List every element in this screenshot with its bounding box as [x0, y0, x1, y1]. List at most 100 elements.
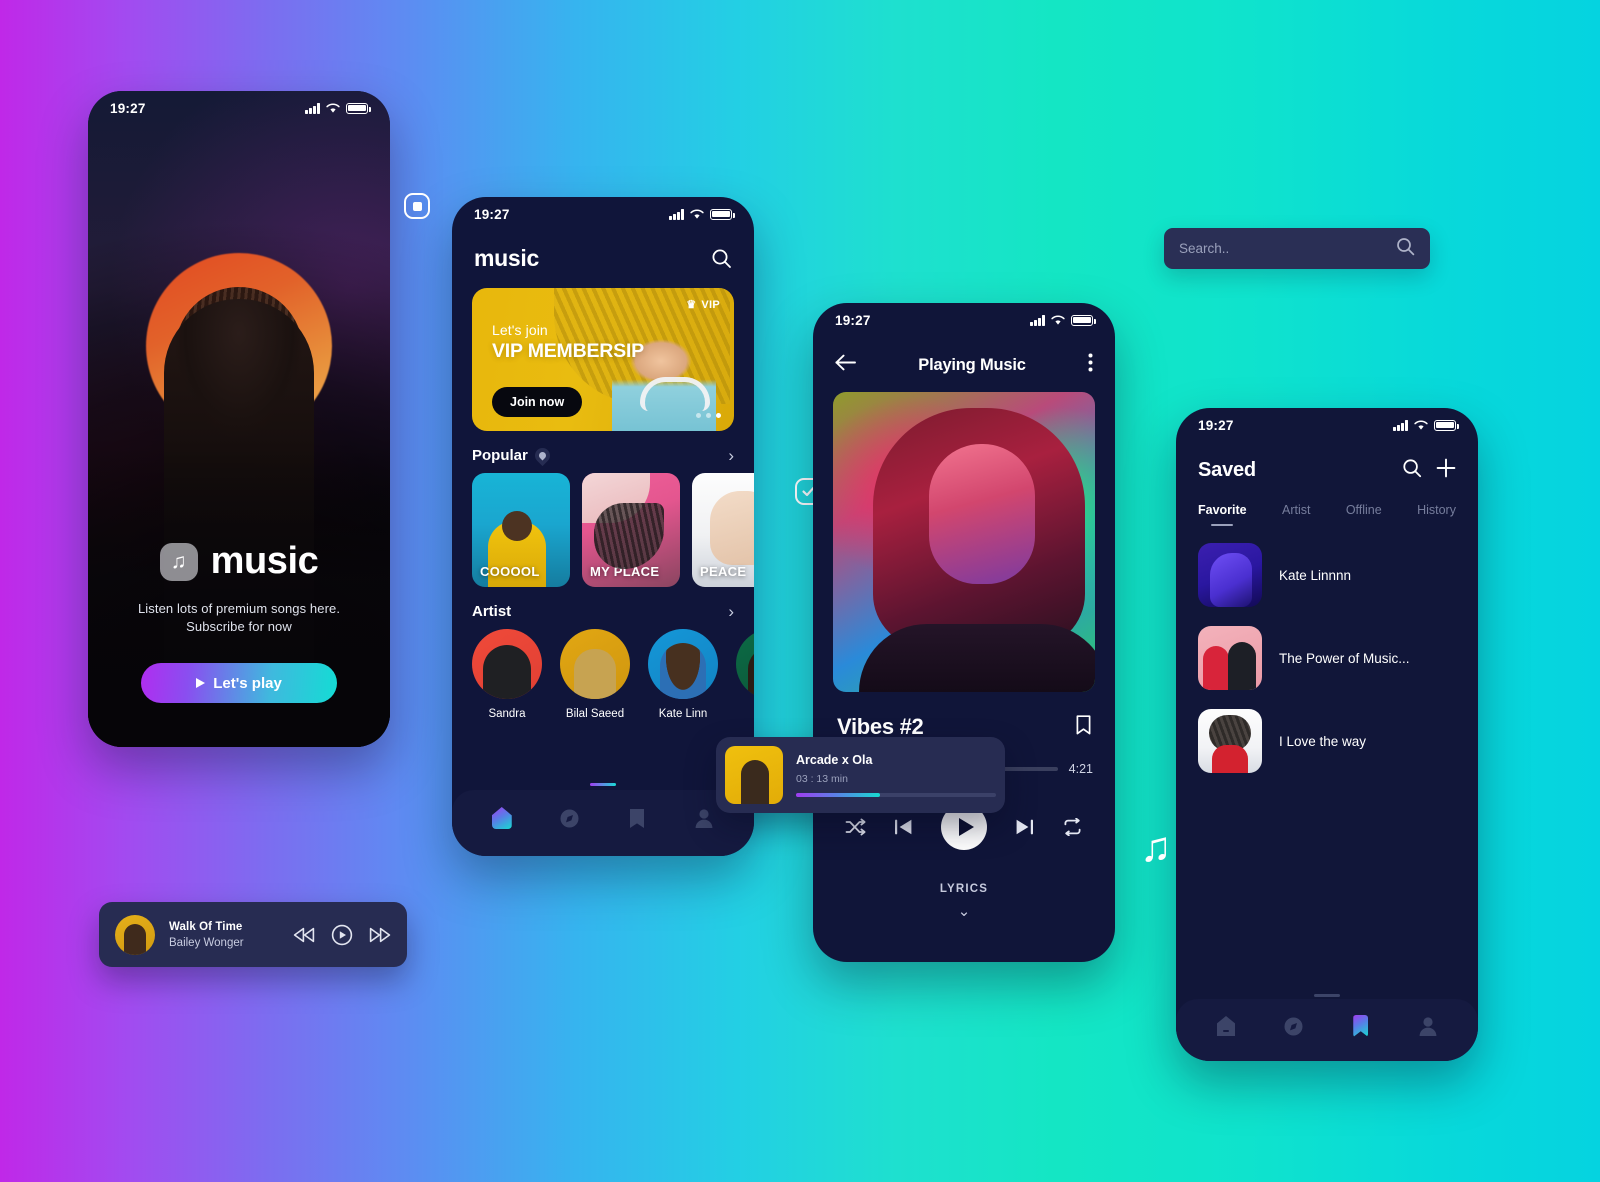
tab-offline[interactable]: Offline: [1346, 503, 1382, 517]
artist-name: Bilal Saeed: [565, 708, 625, 720]
nav-profile-icon[interactable]: [693, 807, 715, 829]
chevron-down-icon[interactable]: ⌄: [813, 902, 1115, 920]
play-circle-icon[interactable]: [331, 924, 353, 946]
list-item[interactable]: The Power of Music...: [1198, 626, 1456, 690]
lets-play-button[interactable]: Let's play: [141, 663, 337, 703]
popular-card-label: PEACE: [700, 564, 747, 579]
list-item[interactable]: Kate Linnnn: [1198, 543, 1456, 607]
page-title: Saved: [1198, 459, 1256, 481]
rewind-icon[interactable]: [293, 927, 315, 943]
music-note-icon: ♫: [159, 542, 198, 581]
list-item[interactable]: I Love the way: [1198, 709, 1456, 773]
nav-compass-icon[interactable]: [558, 807, 580, 829]
popular-card[interactable]: MY PLACE: [582, 473, 680, 587]
song-row: Vibes #2: [813, 692, 1115, 740]
artist-title: Artist: [472, 603, 512, 620]
nav-home-icon[interactable]: [491, 807, 513, 829]
battery-icon: [1071, 314, 1096, 326]
list-item-thumbnail: [1198, 626, 1262, 690]
popular-section-header: Popular ›: [452, 431, 754, 473]
search-icon[interactable]: [1396, 237, 1415, 261]
artist-row[interactable]: Sandra Bilal Saeed Kate Linn: [452, 629, 754, 720]
mini-player[interactable]: Walk Of Time Bailey Wonger: [99, 902, 407, 967]
bottom-nav: [452, 790, 754, 856]
carousel-dots[interactable]: [696, 413, 721, 418]
chevron-right-icon[interactable]: ›: [728, 447, 734, 464]
status-bar: 19:27: [813, 303, 1115, 337]
wifi-icon: [1414, 420, 1428, 431]
status-time: 19:27: [474, 206, 510, 222]
chevron-right-icon[interactable]: ›: [728, 603, 734, 620]
artist-name: Kate Linn: [658, 708, 708, 720]
plus-icon[interactable]: [1436, 458, 1456, 483]
banner-text: Let's join VIP MEMBERSIP: [492, 322, 644, 363]
signal-icon: [1393, 420, 1408, 431]
artwork-face: [929, 444, 1035, 584]
header-actions: [1402, 458, 1456, 483]
search-icon[interactable]: [1402, 458, 1422, 483]
tab-favorite[interactable]: Favorite: [1198, 503, 1247, 517]
popular-card-label: COOOOL: [480, 564, 540, 579]
status-icons: [1393, 419, 1459, 431]
stop-square-icon: [404, 193, 430, 219]
play-icon: [196, 678, 206, 688]
status-time: 19:27: [110, 100, 146, 116]
mini-player-artist: Bailey Wonger: [169, 936, 244, 949]
avatar: [736, 629, 754, 699]
nav-bookmark-icon[interactable]: [626, 807, 648, 829]
home-header: music: [452, 231, 754, 282]
avatar: [472, 629, 542, 699]
battery-icon: [346, 102, 371, 114]
status-time: 19:27: [835, 312, 871, 328]
now-playing-progress[interactable]: [796, 793, 996, 797]
drag-handle[interactable]: [590, 782, 616, 786]
more-vertical-icon[interactable]: [1088, 353, 1093, 377]
nav-home-icon[interactable]: [1215, 1015, 1237, 1037]
artist-item[interactable]: Sandra: [472, 629, 542, 720]
shuffle-icon[interactable]: [845, 818, 866, 836]
artist-item[interactable]: Kate Linn: [648, 629, 718, 720]
skip-previous-icon[interactable]: [894, 818, 913, 836]
popular-card[interactable]: PEACE: [692, 473, 754, 587]
track-duration: 4:21: [1068, 762, 1093, 776]
repeat-icon[interactable]: [1062, 818, 1083, 836]
bookmark-icon[interactable]: [1076, 714, 1091, 740]
tab-history[interactable]: History: [1417, 503, 1456, 517]
now-playing-duration: 03 : 13 min: [796, 773, 848, 785]
nav-compass-icon[interactable]: [1282, 1015, 1304, 1037]
search-input[interactable]: [1179, 241, 1396, 256]
banner-line2: VIP MEMBERSIP: [492, 340, 644, 362]
play-circle-icon[interactable]: [743, 764, 765, 786]
tab-artist[interactable]: Artist: [1282, 503, 1310, 517]
skip-next-icon[interactable]: [1015, 818, 1034, 836]
vip-banner[interactable]: ♛ VIP Let's join VIP MEMBERSIP Join now: [472, 288, 734, 431]
signal-icon: [1030, 315, 1045, 326]
status-bar: 19:27: [88, 91, 390, 125]
status-bar: 19:27: [1176, 408, 1478, 442]
artist-item[interactable]: [736, 629, 754, 720]
now-playing-card[interactable]: Arcade x Ola 03 : 13 min: [716, 737, 1005, 813]
fast-forward-icon[interactable]: [369, 927, 391, 943]
avatar: [560, 629, 630, 699]
nav-bookmark-icon[interactable]: [1350, 1015, 1372, 1037]
list-item-label: The Power of Music...: [1279, 650, 1410, 666]
popular-card-row[interactable]: COOOOL MY PLACE PEACE: [452, 473, 754, 587]
search-icon[interactable]: [711, 248, 732, 269]
now-playing-thumbnail: [725, 746, 783, 804]
artist-item[interactable]: Bilal Saeed: [560, 629, 630, 720]
arrow-left-icon[interactable]: [835, 354, 856, 376]
saved-tabs: Favorite Artist Offline History: [1176, 483, 1478, 517]
join-now-button[interactable]: Join now: [492, 387, 583, 417]
music-note-icon: ♫: [1140, 823, 1172, 870]
splash-phone: 19:27 ♫ music Listen lots of premium son…: [88, 91, 390, 747]
home-phone: 19:27 music ♛ VIP Let's join VIP MEMBERS…: [452, 197, 754, 856]
nav-profile-icon[interactable]: [1417, 1015, 1439, 1037]
signal-icon: [305, 103, 320, 114]
drag-handle[interactable]: [1314, 993, 1340, 997]
lyrics-label[interactable]: LYRICS: [813, 883, 1115, 895]
search-bar[interactable]: [1164, 228, 1430, 269]
play-icon: [958, 818, 974, 836]
battery-icon: [710, 208, 735, 220]
popular-card[interactable]: COOOOL: [472, 473, 570, 587]
popular-card-label: MY PLACE: [590, 564, 660, 579]
